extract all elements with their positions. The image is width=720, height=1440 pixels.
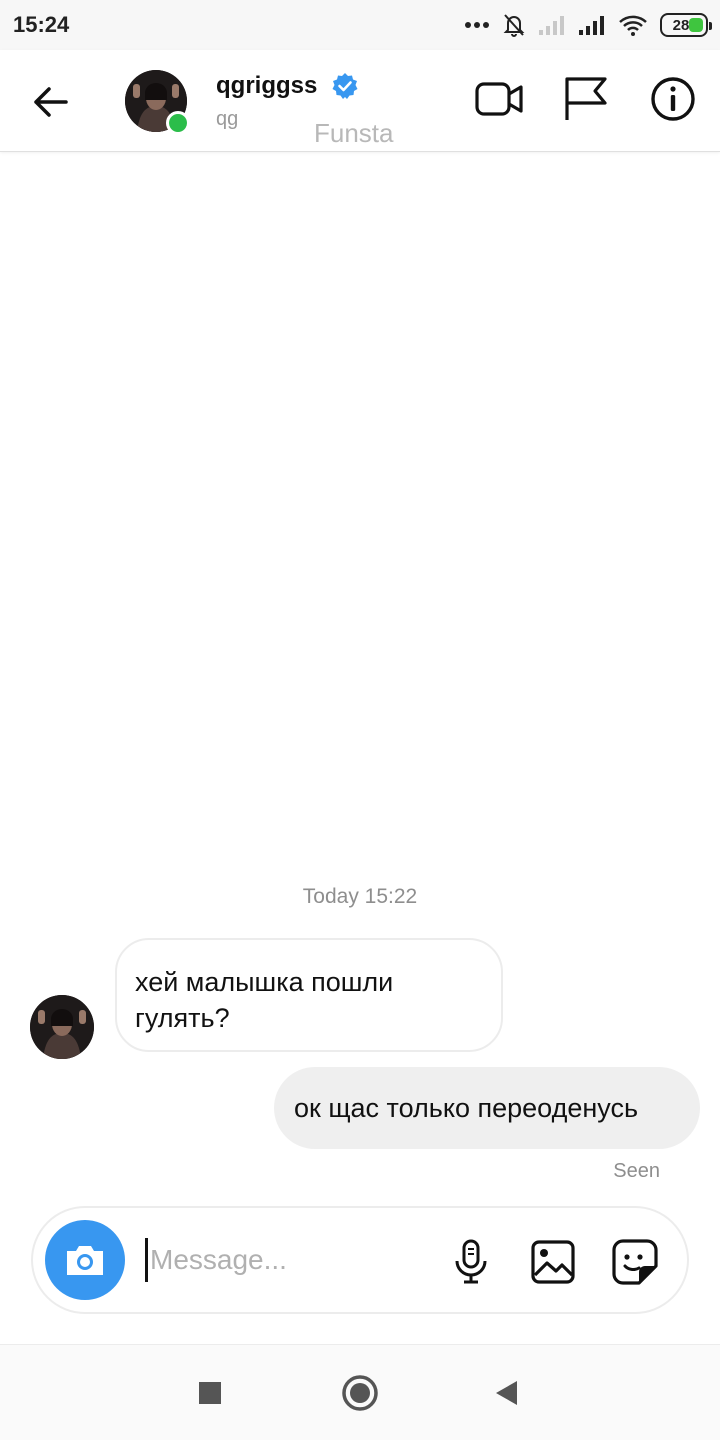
home-circle-icon <box>342 1375 378 1411</box>
video-call-button[interactable] <box>472 72 526 126</box>
subname: qg <box>216 108 239 130</box>
bell-muted-icon <box>502 12 526 38</box>
username: qgriggss <box>216 72 318 99</box>
wifi-icon <box>618 14 648 36</box>
battery-fill <box>689 18 703 32</box>
recents-square-icon <box>199 1382 221 1404</box>
camera-icon <box>67 1246 103 1275</box>
verified-badge-icon <box>332 73 358 99</box>
gallery-button[interactable] <box>527 1236 579 1288</box>
incoming-message-bubble[interactable]: хей малышка пошли гулять? <box>115 938 503 1052</box>
status-icons: 28 <box>464 10 712 40</box>
status-bar: 15:24 28 <box>0 0 720 50</box>
online-status-dot <box>166 111 190 135</box>
back-button[interactable] <box>28 80 72 124</box>
microphone-icon <box>455 1239 487 1284</box>
back-triangle-icon <box>496 1381 517 1405</box>
battery-level: 28 <box>672 16 690 34</box>
seen-indicator: Seen <box>613 1160 660 1182</box>
video-call-icon <box>475 82 523 116</box>
system-navigation-bar <box>0 1344 720 1440</box>
more-dots-icon <box>464 21 490 29</box>
flag-icon <box>565 77 607 120</box>
signal-empty-icon <box>538 14 566 36</box>
sender-avatar[interactable] <box>30 995 94 1059</box>
arrow-left-icon <box>34 87 68 117</box>
system-back-button[interactable] <box>482 1369 530 1417</box>
overlay-label: Funsta <box>314 118 394 148</box>
profile-avatar-button[interactable] <box>125 70 190 135</box>
recents-button[interactable] <box>186 1369 234 1417</box>
chat-timestamp: Today 15:22 <box>302 885 418 908</box>
sticker-icon <box>612 1239 658 1285</box>
camera-button[interactable] <box>45 1220 125 1300</box>
info-icon <box>651 77 695 121</box>
signal-full-icon <box>578 14 606 36</box>
battery-icon: 28 <box>660 13 712 37</box>
chat-header: qgriggss qg Funsta <box>0 50 720 152</box>
home-button[interactable] <box>336 1369 384 1417</box>
message-input[interactable] <box>145 1238 435 1282</box>
status-time: 15:24 <box>13 12 70 37</box>
sticker-button[interactable] <box>609 1236 661 1288</box>
gallery-icon <box>531 1240 575 1284</box>
message-composer <box>31 1206 689 1314</box>
info-button[interactable] <box>646 72 700 126</box>
outgoing-message-bubble[interactable]: ок щас только переоденусь <box>274 1067 700 1149</box>
flag-button[interactable] <box>558 72 612 126</box>
username-row[interactable]: qgriggss <box>216 72 359 100</box>
voice-message-button[interactable] <box>445 1236 497 1288</box>
